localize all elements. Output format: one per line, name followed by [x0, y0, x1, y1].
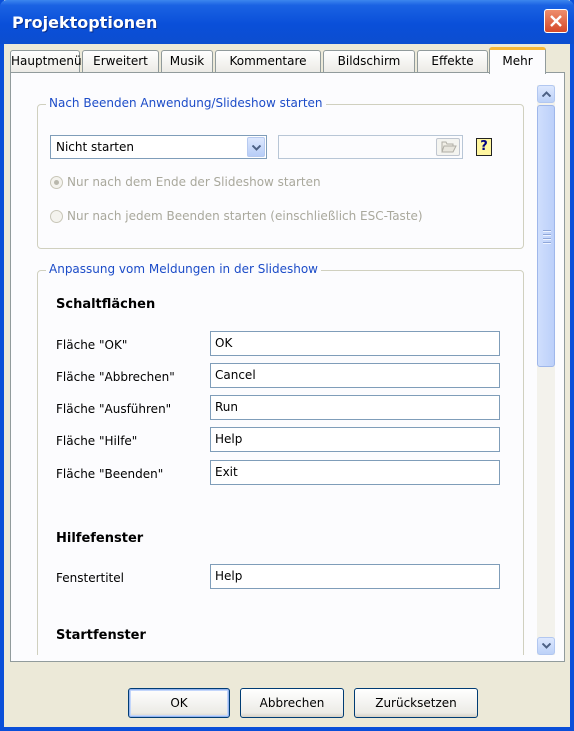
start-after-exit-legend: Nach Beenden Anwendung/Slideshow starten	[46, 96, 326, 110]
radio-start-after-slideshow-end: Nur nach dem Ende der Slideshow starten	[50, 175, 321, 189]
program-path-field	[278, 135, 463, 159]
messages-group: Anpassung vom Meldungen in der Slideshow…	[37, 262, 524, 655]
ok-button[interactable]: OK	[128, 688, 230, 718]
tab-effekte[interactable]: Effekte	[417, 50, 488, 72]
ok-button-text-input[interactable]: OK	[210, 331, 500, 356]
browse-button[interactable]	[436, 138, 460, 156]
tab-panel-mehr: Nach Beenden Anwendung/Slideshow starten…	[10, 72, 565, 662]
window-title-label: Fenstertitel	[56, 571, 124, 585]
run-button-text-input[interactable]: Run	[210, 395, 500, 420]
run-button-label: Fläche "Ausführen"	[56, 402, 172, 416]
reset-button[interactable]: Zurücksetzen	[354, 688, 478, 718]
start-mode-value: Nicht starten	[56, 140, 134, 154]
start-window-heading: Startfenster	[56, 628, 146, 643]
cancel-button-label: Fläche "Abbrechen"	[56, 370, 175, 384]
tab-mehr[interactable]: Mehr	[489, 47, 546, 74]
start-after-exit-group: Nach Beenden Anwendung/Slideshow starten…	[37, 96, 524, 249]
ok-button-label: Fläche "OK"	[56, 338, 128, 352]
tab-bildschirm[interactable]: Bildschirm	[323, 50, 415, 72]
folder-open-icon	[441, 141, 457, 153]
chevron-down-icon[interactable]	[247, 137, 265, 157]
buttons-heading: Schaltflächen	[56, 297, 156, 312]
help-button-label: Fläche "Hilfe"	[56, 434, 138, 448]
window-title: Projektoptionen	[12, 13, 158, 32]
start-mode-select[interactable]: Nicht starten	[50, 135, 267, 159]
tab-musik[interactable]: Musik	[161, 50, 213, 72]
title-bar[interactable]: Projektoptionen	[0, 0, 574, 44]
help-button[interactable]: ?	[476, 138, 492, 156]
scroll-area: Nach Beenden Anwendung/Slideshow starten…	[21, 85, 555, 655]
chevron-down-icon	[542, 643, 551, 649]
messages-legend: Anpassung vom Meldungen in der Slideshow	[46, 262, 321, 276]
radio-start-after-any-exit-label: Nur nach jedem Beenden starten (einschli…	[67, 209, 423, 223]
scroll-down-button[interactable]	[537, 637, 555, 655]
cancel-button[interactable]: Abbrechen	[240, 688, 344, 718]
help-button-text-input[interactable]: Help	[210, 427, 500, 452]
cancel-button-text-input[interactable]: Cancel	[210, 363, 500, 388]
scroll-up-button[interactable]	[537, 85, 555, 103]
radio-checked-icon	[50, 176, 63, 189]
tab-erweitert[interactable]: Erweitert	[82, 50, 159, 72]
vertical-scrollbar[interactable]	[537, 85, 555, 655]
exit-button-text-input[interactable]: Exit	[210, 460, 500, 485]
help-window-title-input[interactable]: Help	[210, 564, 500, 589]
tab-strip: Hauptmenü Erweitert Musik Kommentare Bil…	[10, 47, 570, 74]
dialog-window: Projektoptionen Hauptmenü Erweitert Musi…	[0, 0, 574, 731]
close-icon	[550, 15, 562, 27]
grip-icon	[543, 230, 551, 246]
radio-start-after-any-exit: Nur nach jedem Beenden starten (einschli…	[50, 209, 423, 223]
exit-button-label: Fläche "Beenden"	[56, 467, 164, 481]
close-button[interactable]	[544, 9, 568, 33]
radio-start-after-slideshow-end-label: Nur nach dem Ende der Slideshow starten	[67, 175, 321, 189]
chevron-up-icon	[542, 91, 551, 97]
scroll-thumb[interactable]	[537, 105, 555, 367]
help-window-heading: Hilfefenster	[56, 531, 144, 546]
tab-hauptmenue[interactable]: Hauptmenü	[10, 50, 82, 72]
tab-kommentare[interactable]: Kommentare	[215, 50, 321, 72]
radio-unchecked-icon	[50, 210, 63, 223]
